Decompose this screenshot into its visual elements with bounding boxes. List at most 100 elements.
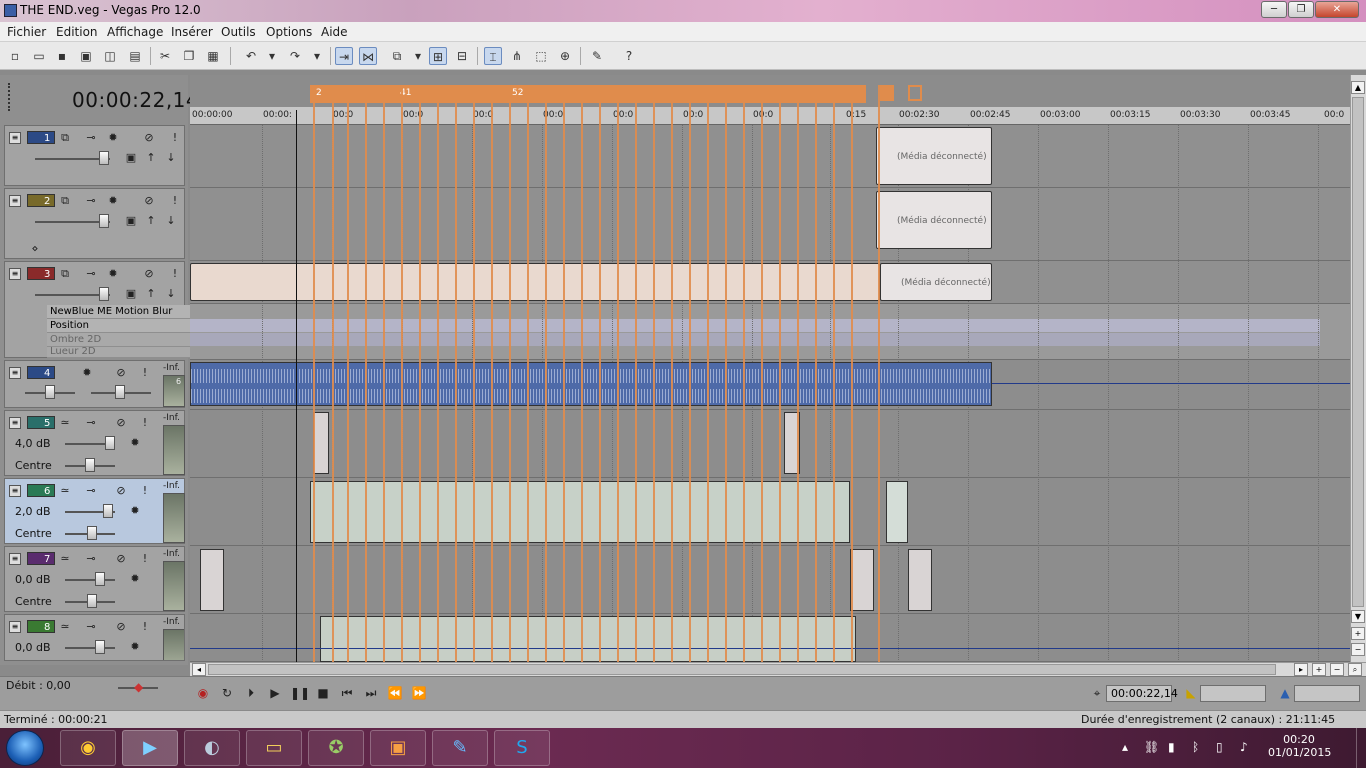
lane-track-7[interactable] (190, 546, 1350, 614)
marker-line[interactable] (313, 85, 315, 662)
opacity-knob[interactable] (99, 151, 109, 165)
marker-line[interactable] (599, 85, 601, 662)
zoom-out-horizontal-icon[interactable]: − (1330, 663, 1344, 676)
timeline[interactable]: 2 41 52 00:00:00 00:00: 00:0 00:0 00:0 0… (190, 75, 1350, 662)
mute-icon[interactable]: ⊘ (141, 130, 157, 145)
pause-icon[interactable]: ❚❚ (290, 685, 310, 701)
marker-line[interactable] (491, 85, 493, 662)
vegas-taskbar-icon[interactable]: ▶ (122, 730, 178, 766)
scroll-down-icon[interactable]: ▼ (1351, 610, 1365, 623)
maximize-button[interactable]: ❐ (1288, 1, 1314, 18)
track-header-4[interactable]: ≡ 4 ✹ ⊘ ! -Inf. 6 (4, 360, 185, 408)
audio-clip[interactable] (908, 549, 932, 611)
marker-line[interactable] (527, 85, 529, 662)
properties-icon[interactable]: ▤ (126, 47, 144, 65)
track-options-icon[interactable]: ▣ (123, 150, 139, 165)
track-header-2[interactable]: ≡ 2 ⧉ ⊸ ✹ ⊘ ! ▣ ↑ ↓ ⋄ (4, 188, 185, 259)
marker-line[interactable] (815, 85, 817, 662)
track-options-icon[interactable]: ▣ (123, 213, 139, 228)
mute-icon[interactable]: ⊘ (113, 365, 129, 380)
solo-icon[interactable]: ! (167, 130, 183, 145)
track-fx-gear-icon[interactable]: ✹ (127, 503, 143, 518)
collapse-icon[interactable]: ≡ (9, 485, 21, 497)
shadow-envelope[interactable] (190, 333, 1320, 346)
track-fx-gear-icon[interactable]: ✹ (127, 639, 143, 654)
selection-start-field[interactable] (1200, 685, 1266, 702)
marker-line[interactable] (401, 85, 403, 662)
loop-icon[interactable]: ↻ (218, 685, 236, 701)
volume-knob[interactable] (95, 572, 105, 586)
volume-knob[interactable] (45, 385, 55, 399)
marker-line[interactable] (671, 85, 673, 662)
marker-line[interactable] (545, 85, 547, 662)
marker-flag[interactable] (880, 85, 894, 101)
video-clip-strip[interactable] (190, 263, 880, 301)
audio-clip[interactable] (313, 412, 329, 474)
solo-icon[interactable]: ! (137, 619, 153, 634)
pan-knob[interactable] (85, 458, 95, 472)
marker-line[interactable] (455, 85, 457, 662)
marker-bar[interactable]: 2 41 52 (190, 85, 1350, 105)
device-icon[interactable]: ▯ (1216, 740, 1223, 754)
bluetooth-icon[interactable]: ᛒ (1192, 740, 1199, 754)
mute-icon[interactable]: ⊘ (113, 415, 129, 430)
track-motion-icon[interactable]: ⊸ (83, 193, 99, 208)
marker-line[interactable] (509, 85, 511, 662)
audio-clip[interactable] (886, 481, 908, 543)
waveform-icon[interactable]: ≃ (57, 483, 73, 498)
pan-knob[interactable] (115, 385, 125, 399)
render-icon[interactable]: ◫ (101, 47, 119, 65)
marker-line[interactable] (383, 85, 385, 662)
track-options-icon[interactable]: ▣ (123, 286, 139, 301)
lane-track-2[interactable] (190, 188, 1350, 261)
child-icon[interactable]: ↓ (163, 286, 179, 301)
marker-line[interactable] (437, 85, 439, 662)
zoom-out-vertical-icon[interactable]: − (1351, 643, 1365, 656)
playhead-cursor[interactable] (296, 110, 297, 662)
signal-icon[interactable]: ▮ (1168, 740, 1175, 754)
pan-knob[interactable] (87, 526, 97, 540)
track-header-6[interactable]: ≡ 6 ≃ ⊸ ⊘ ! -Inf. 2,0 dB ✹ Centre (4, 478, 185, 544)
marker-line[interactable] (833, 85, 835, 662)
scroll-up-icon[interactable]: ▲ (1351, 81, 1365, 94)
parent-icon[interactable]: ↑ (143, 150, 159, 165)
marker-line[interactable] (725, 85, 727, 662)
track-fx-icon[interactable]: ⊸ (83, 619, 99, 634)
audio-clip[interactable] (200, 549, 224, 611)
marker-line[interactable] (332, 85, 334, 662)
track-fx-icon[interactable]: ✹ (105, 193, 121, 208)
opacity-knob[interactable] (99, 214, 109, 228)
volume-envelope-line[interactable] (190, 648, 1350, 649)
volume-icon[interactable]: ♪ (1240, 740, 1248, 754)
marker-line[interactable] (878, 85, 880, 662)
track-fx-icon[interactable]: ✹ (79, 365, 95, 380)
track-fx-gear-icon[interactable]: ✹ (127, 435, 143, 450)
fx-row-position[interactable]: Position (47, 319, 191, 333)
snapping-icon[interactable]: ⊞ (429, 47, 447, 65)
audio-clip[interactable] (850, 549, 874, 611)
previous-frame-icon[interactable]: ⏪ (386, 685, 404, 701)
lane-track-5[interactable] (190, 410, 1350, 478)
mute-icon[interactable]: ⊘ (113, 619, 129, 634)
grip-handle[interactable] (8, 83, 12, 111)
volume-envelope-line[interactable] (992, 383, 1350, 384)
media-player-taskbar-icon[interactable]: ◐ (184, 730, 240, 766)
brush-icon[interactable]: ✎ (588, 47, 606, 65)
collapse-icon[interactable]: ≡ (9, 417, 21, 429)
marker-line[interactable] (365, 85, 367, 662)
pan-knob[interactable] (87, 594, 97, 608)
marker-line[interactable] (761, 85, 763, 662)
grouping-icon[interactable]: ⊟ (453, 47, 471, 65)
marker-line[interactable] (707, 85, 709, 662)
volume-slider[interactable] (65, 579, 115, 581)
minimize-button[interactable]: ─ (1261, 1, 1287, 18)
marker-line[interactable] (419, 85, 421, 662)
paint-taskbar-icon[interactable]: ✎ (432, 730, 488, 766)
horizontal-scrollbar[interactable]: ◂ ▸ + − ⌕ (190, 662, 1366, 676)
auto-ripple-icon[interactable]: ⇥ (335, 47, 353, 65)
marker-flag[interactable] (908, 85, 922, 101)
marker-line[interactable] (563, 85, 565, 662)
cursor-position-field[interactable]: 00:00:22,14 (1106, 685, 1178, 702)
video-clip-offline[interactable]: (Média déconnecté) (880, 263, 992, 301)
track-header-5[interactable]: ≡ 5 ≃ ⊸ ⊘ ! -Inf. 4,0 dB ✹ Centre (4, 410, 185, 476)
